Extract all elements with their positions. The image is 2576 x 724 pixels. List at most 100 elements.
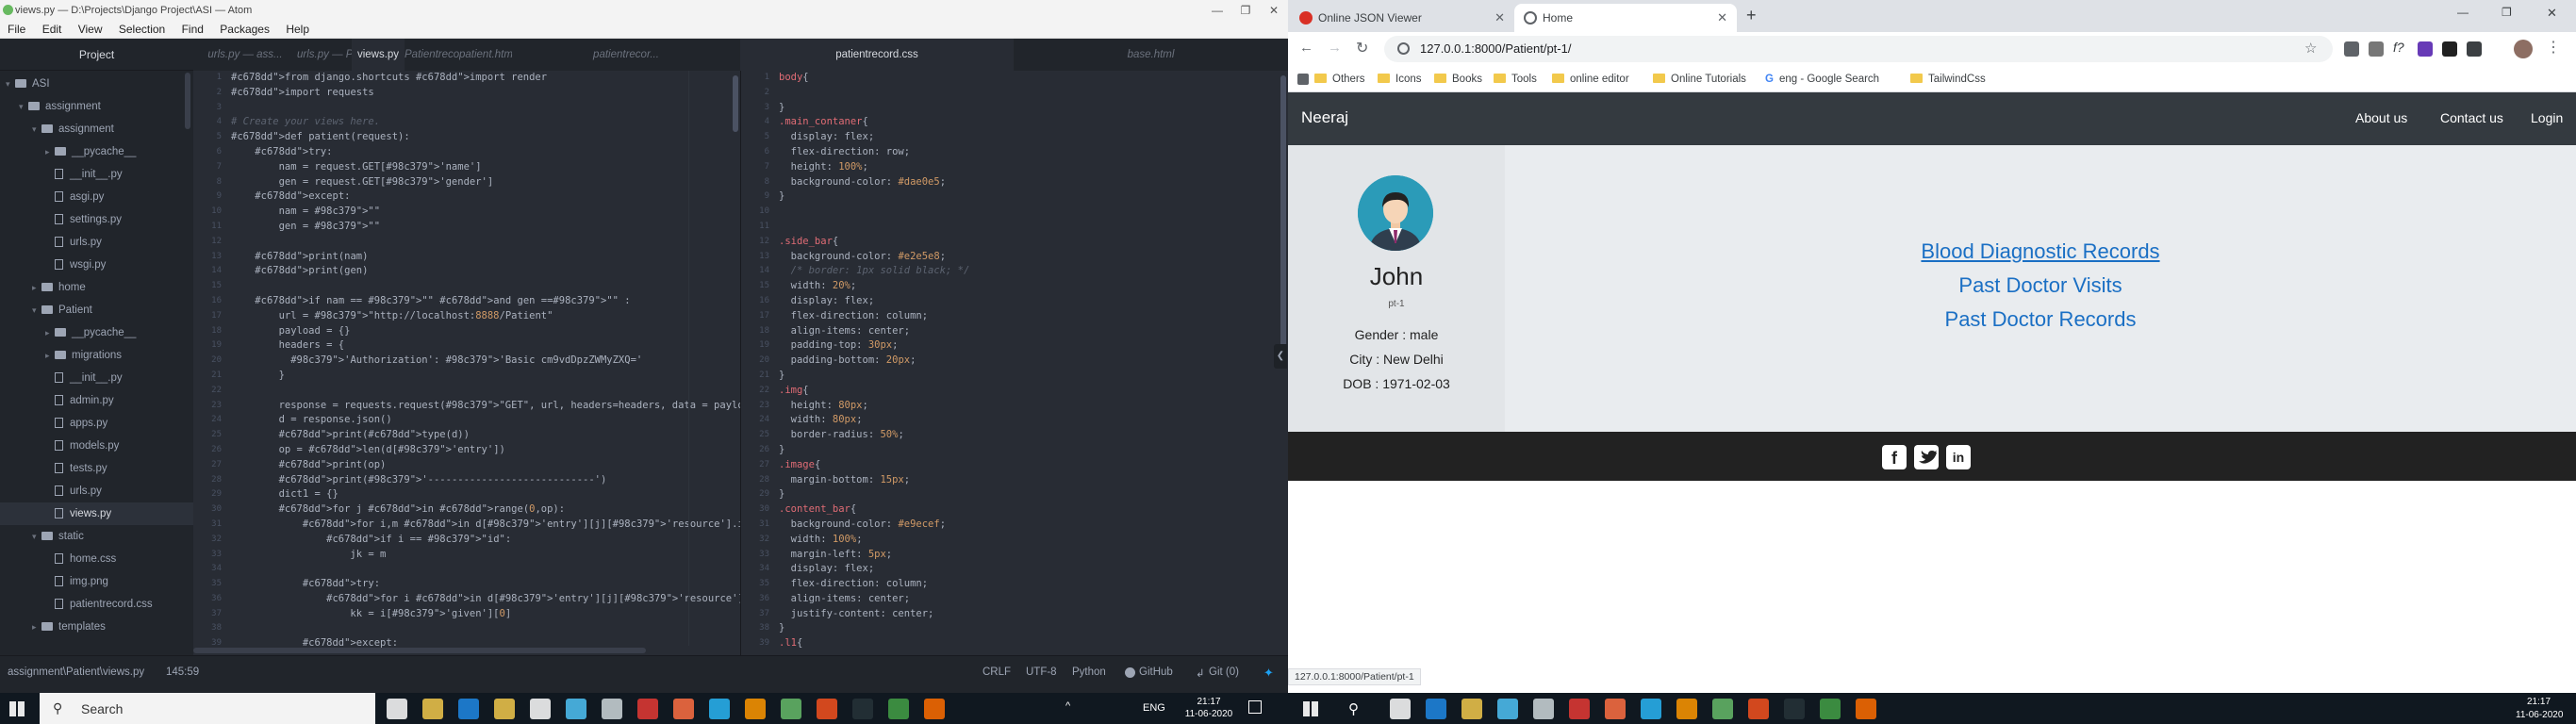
tree-file[interactable]: urls.py (0, 480, 193, 502)
tree-file[interactable]: img.png (0, 570, 193, 593)
bookmark-icons[interactable]: Icons (1378, 66, 1422, 92)
terminal-icon[interactable] (1784, 699, 1805, 719)
kebab-menu-icon[interactable]: ⋮ (2546, 38, 2561, 57)
vscode-icon[interactable] (709, 699, 730, 719)
tree-folder[interactable]: ▾ static (0, 525, 193, 548)
bookmark-books[interactable]: Books (1434, 66, 1482, 92)
task-view-icon[interactable] (387, 699, 407, 719)
bookmark-star-icon[interactable]: ☆ (2304, 36, 2317, 62)
explorer-folder-icon[interactable] (494, 699, 515, 719)
views-py-editor[interactable]: 1 2 3 4 5 6 7 8 9 10 11 12 13 14 15 16 17 18 19 20 21 22 23 24 2… (193, 71, 740, 655)
file-explorer-icon[interactable] (422, 699, 443, 719)
store-icon[interactable] (1461, 699, 1482, 719)
twitter-icon[interactable] (1914, 445, 1939, 469)
status-line-ending[interactable]: CRLF (983, 666, 1011, 678)
clock-date-secondary[interactable]: 11-06-2020 (2516, 710, 2563, 720)
eyedropper-icon[interactable] (2369, 41, 2384, 57)
editor-tab[interactable]: patient.html (459, 39, 512, 71)
patientrecord-css-editor[interactable]: 1 2 3 4 5 6 7 8 9 10 11 12 13 14 15 16 17 18 19 20 21 22 23 24 2… (740, 71, 1288, 655)
git-icon[interactable] (817, 699, 837, 719)
editor-scrollbar[interactable] (733, 75, 738, 132)
mongodb-icon[interactable] (888, 699, 909, 719)
chevron-down-icon[interactable]: ▾ (32, 525, 41, 548)
editor-tab[interactable]: urls.py — Pat... (297, 39, 352, 71)
clock-time-secondary[interactable]: 21:17 (2527, 697, 2551, 707)
menu-packages[interactable]: Packages (220, 23, 270, 36)
apps-icon[interactable] (1297, 74, 1309, 85)
forward-icon[interactable]: → (1328, 40, 1342, 56)
tab-online-json-viewer[interactable]: Online JSON Viewer ✕ (1290, 4, 1514, 32)
new-tab-icon[interactable]: + (1746, 6, 1757, 25)
nav-login[interactable]: Login (2531, 110, 2563, 125)
menu-view[interactable]: View (78, 23, 103, 36)
git-icon[interactable] (1748, 699, 1769, 719)
menu-file[interactable]: File (8, 23, 25, 36)
chevron-right-icon[interactable]: ▸ (45, 344, 55, 367)
extension-icon[interactable] (2442, 41, 2457, 57)
nav-contact-us[interactable]: Contact us (2440, 110, 2503, 125)
chevron-right-icon[interactable]: ▸ (45, 140, 55, 163)
vscode-icon[interactable] (1641, 699, 1661, 719)
address-bar[interactable]: 127.0.0.1:8000/Patient/pt-1/ ☆ (1384, 36, 2333, 62)
bookmark-tools[interactable]: Tools (1494, 66, 1537, 92)
sublime-icon[interactable] (1676, 699, 1697, 719)
editor-tab[interactable]: Patientrecord... (405, 39, 459, 71)
menu-selection[interactable]: Selection (119, 23, 165, 36)
tree-file[interactable]: tests.py (0, 457, 193, 480)
atom-icon[interactable] (781, 699, 801, 719)
taskbar-search-box[interactable]: ⚲ Search (40, 693, 375, 724)
chrome-icon[interactable] (1569, 699, 1590, 719)
settings-icon[interactable] (602, 699, 622, 719)
editor-tab[interactable]: views.py (352, 39, 405, 71)
postman-icon[interactable] (1856, 699, 1876, 719)
tree-folder[interactable]: ▸ home (0, 276, 193, 299)
maximize-icon[interactable]: ❐ (2502, 6, 2512, 19)
extension-icon[interactable] (2344, 41, 2359, 57)
clock-date[interactable]: 11-06-2020 (1181, 709, 1237, 720)
mongodb-icon[interactable] (1820, 699, 1841, 719)
status-encoding[interactable]: UTF-8 (1026, 666, 1057, 678)
mail-icon[interactable] (566, 699, 586, 719)
formula-icon[interactable]: f? (2393, 40, 2404, 55)
link-blood-diagnostic-records[interactable]: Blood Diagnostic Records (1505, 239, 2576, 264)
store-icon[interactable] (530, 699, 551, 719)
editor-tab[interactable]: base.html (1014, 39, 1288, 71)
tree-folder[interactable]: ▸ __pycache__ (0, 140, 193, 163)
tree-file[interactable]: __init__.py (0, 163, 193, 186)
postman-icon[interactable] (924, 699, 945, 719)
project-header[interactable]: Project (0, 39, 193, 71)
editor-tab[interactable]: patientrecord.css (740, 39, 1014, 71)
tree-file[interactable]: settings.py (0, 208, 193, 231)
sublime-icon[interactable] (745, 699, 766, 719)
status-git[interactable]: Git (0) (1209, 666, 1239, 678)
bookmark-online-editor[interactable]: online editor (1552, 66, 1629, 92)
brand-logo[interactable]: Neeraj (1301, 108, 1348, 127)
edge-icon[interactable] (1426, 699, 1446, 719)
chevron-down-icon[interactable]: ▾ (32, 299, 41, 321)
windows-start-icon[interactable] (9, 701, 25, 716)
link-past-doctor-records[interactable]: Past Doctor Records (1505, 307, 2576, 332)
editor-scrollbar[interactable] (1280, 75, 1286, 358)
edge-icon[interactable] (458, 699, 479, 719)
search-icon[interactable]: ⚲ (1348, 700, 1359, 717)
extension-icon[interactable] (2418, 41, 2433, 57)
bookmark-online-tutorials[interactable]: Online Tutorials (1653, 66, 1746, 92)
tree-folder[interactable]: ▾ assignment (0, 95, 193, 118)
firefox-icon[interactable] (673, 699, 694, 719)
facebook-icon[interactable]: f (1882, 445, 1907, 469)
tab-home[interactable]: Home ✕ (1514, 4, 1737, 32)
clock-time[interactable]: 21:17 (1181, 697, 1237, 708)
chevron-right-icon[interactable]: ▸ (45, 321, 55, 344)
linkedin-icon[interactable]: in (1946, 445, 1971, 469)
link-past-doctor-visits[interactable]: Past Doctor Visits (1505, 273, 2576, 298)
editor-tab[interactable]: patientrecor... (512, 39, 740, 71)
windows-start-icon[interactable] (1303, 701, 1318, 716)
status-grammar[interactable]: Python (1072, 666, 1106, 678)
menu-help[interactable]: Help (286, 23, 309, 36)
tree-folder[interactable]: ▸ __pycache__ (0, 321, 193, 344)
status-file-path[interactable]: assignment\Patient\views.py (8, 666, 144, 678)
tree-folder[interactable]: ▸ templates (0, 616, 193, 638)
close-icon[interactable]: ✕ (1260, 0, 1288, 21)
tree-folder[interactable]: ▾ assignment (0, 118, 193, 140)
chevron-down-icon[interactable]: ▾ (6, 73, 15, 95)
